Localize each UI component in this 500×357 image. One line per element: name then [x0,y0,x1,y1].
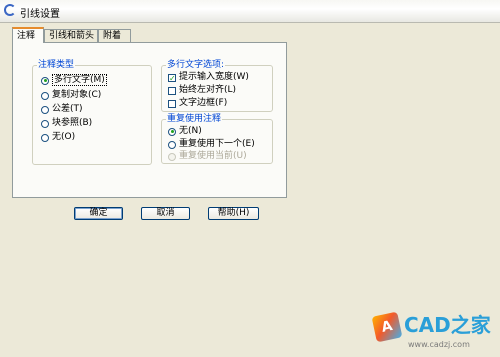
app-icon [4,4,16,16]
radio-tolerance[interactable]: 公差(T) [41,104,83,115]
radio-block-ref-label: 块参照(B) [52,118,93,128]
radio-reuse-next-indicator[interactable] [168,140,176,149]
check-always-left-box[interactable] [168,86,176,95]
check-prompt-width-label: 提示输入宽度(W) [179,72,249,82]
window-title: 引线设置 [20,9,60,20]
radio-reuse-current: 重复使用当前(U) [168,151,247,162]
check-text-frame-label: 文字边框(F) [179,98,228,108]
radio-mtext-indicator[interactable] [41,76,49,85]
radio-copy-object-indicator[interactable] [41,91,49,100]
check-text-frame[interactable]: 文字边框(F) [168,98,227,109]
tab-panel: 注释类型 多行文字(M) 复制对象(C) 公差(T) 块参照(B) 无(O) 多… [12,42,287,198]
radio-reuse-none[interactable]: 无(N) [168,126,202,137]
watermark-logo: A [371,311,403,343]
annotation-type-title: 注释类型 [37,60,76,71]
watermark: A CAD之家 www.cadzj.com [371,310,500,357]
check-always-left-label: 始终左对齐(L) [179,85,237,95]
radio-none-label: 无(O) [52,132,76,142]
tab-attachment[interactable]: 附着 [98,29,131,42]
check-always-left[interactable]: 始终左对齐(L) [168,85,236,96]
check-prompt-width-box[interactable]: ✓ [168,73,176,82]
tab-leader-arrow[interactable]: 引线和箭头 [44,29,98,42]
radio-reuse-current-label: 重复使用当前(U) [179,151,247,161]
radio-reuse-none-label: 无(N) [179,126,202,136]
ok-button[interactable]: 确定 [74,207,123,220]
radio-none-indicator[interactable] [41,133,49,142]
mtext-options-title: 多行文字选项: [166,60,226,71]
radio-mtext[interactable]: 多行文字(M) [41,74,107,86]
title-bar: 引线设置 [0,0,500,23]
reuse-title: 重复使用注释 [166,114,223,125]
radio-block-ref[interactable]: 块参照(B) [41,118,92,129]
mtext-options-group: 多行文字选项: ✓ 提示输入宽度(W) 始终左对齐(L) 文字边框(F) [161,60,273,112]
radio-reuse-next[interactable]: 重复使用下一个(E) [168,139,255,150]
radio-mtext-label: 多行文字(M) [52,74,107,86]
cancel-button[interactable]: 取消 [141,207,190,220]
radio-copy-object[interactable]: 复制对象(C) [41,90,101,101]
radio-copy-object-label: 复制对象(C) [52,90,102,100]
check-prompt-width[interactable]: ✓ 提示输入宽度(W) [168,72,249,83]
watermark-url: www.cadzj.com [408,340,470,349]
help-button[interactable]: 帮助(H) [208,207,259,220]
reuse-group: 重复使用注释 无(N) 重复使用下一个(E) 重复使用当前(U) [161,114,273,164]
watermark-title: CAD之家 [404,313,491,337]
radio-none[interactable]: 无(O) [41,132,75,143]
radio-reuse-current-indicator [168,152,176,161]
check-text-frame-box[interactable] [168,99,176,108]
radio-reuse-next-label: 重复使用下一个(E) [179,139,255,149]
annotation-type-group: 注释类型 多行文字(M) 复制对象(C) 公差(T) 块参照(B) 无(O) [32,60,152,165]
radio-reuse-none-indicator[interactable] [168,127,176,136]
radio-tolerance-label: 公差(T) [52,104,83,114]
radio-block-ref-indicator[interactable] [41,119,49,128]
radio-tolerance-indicator[interactable] [41,105,49,114]
tab-annotation[interactable]: 注释 [12,27,44,43]
